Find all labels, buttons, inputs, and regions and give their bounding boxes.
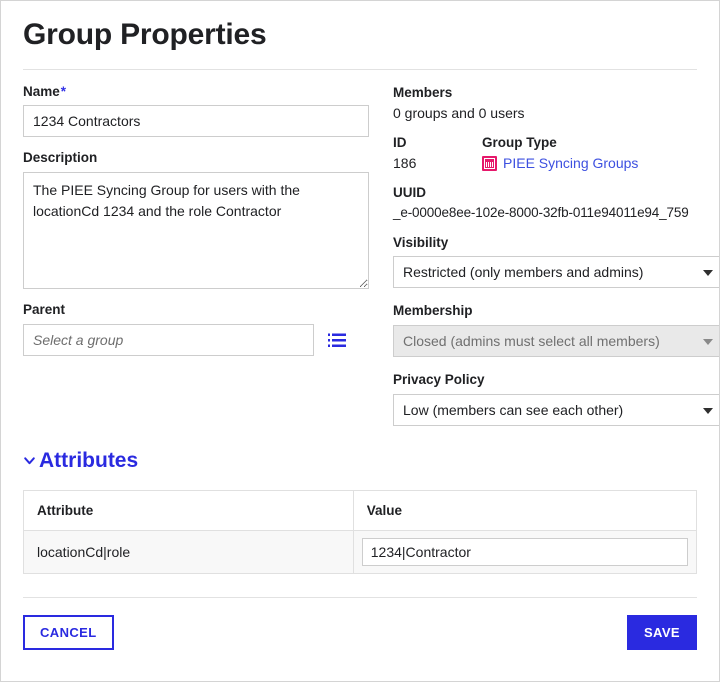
id-block: ID 186 xyxy=(393,134,482,173)
id-grouptype-row: ID 186 Group Type PIEE Syncing Groups xyxy=(393,134,719,173)
visibility-select[interactable]: Restricted (only members and admins) xyxy=(393,256,719,289)
footer-actions: CANCEL SAVE xyxy=(23,598,697,650)
parent-label: Parent xyxy=(23,302,66,318)
group-type-link[interactable]: PIEE Syncing Groups xyxy=(482,154,719,172)
table-header-row: Attribute Value xyxy=(23,489,698,531)
uuid-block: UUID _e-0000e8ee-102e-8000-32fb-011e9401… xyxy=(393,184,719,220)
list-icon xyxy=(328,333,346,347)
parent-field-row xyxy=(23,324,369,357)
group-properties-dialog: Group Properties Name* Description Paren… xyxy=(0,0,720,682)
title-divider xyxy=(23,68,697,70)
privacy-policy-select-wrap: Low (members can see each other) xyxy=(393,393,719,426)
name-label-text: Name xyxy=(23,83,60,99)
group-type-icon xyxy=(482,156,497,172)
membership-select-wrap: Closed (admins must select all members) xyxy=(393,325,719,358)
members-label: Members xyxy=(393,84,453,100)
attribute-value-input[interactable] xyxy=(361,537,688,566)
uuid-label: UUID xyxy=(393,185,426,201)
attributes-title: Attributes xyxy=(39,448,139,472)
right-column: Members 0 groups and 0 users ID 186 Grou… xyxy=(393,84,719,426)
save-button[interactable]: SAVE xyxy=(626,614,697,650)
name-input[interactable] xyxy=(23,105,369,138)
privacy-policy-select[interactable]: Low (members can see each other) xyxy=(393,393,719,426)
parent-input[interactable] xyxy=(23,324,314,357)
attribute-value-cell xyxy=(352,529,698,574)
description-textarea[interactable] xyxy=(23,172,369,290)
column-header-attribute: Attribute xyxy=(23,489,354,531)
members-value: 0 groups and 0 users xyxy=(393,105,525,122)
column-header-value: Value xyxy=(352,489,698,531)
page-title: Group Properties xyxy=(23,18,267,51)
chevron-down-icon xyxy=(24,456,35,464)
group-type-value: PIEE Syncing Groups xyxy=(503,155,639,172)
form-columns: Name* Description Parent xyxy=(23,84,719,426)
membership-label: Membership xyxy=(393,303,473,319)
attributes-section-toggle[interactable]: Attributes xyxy=(23,449,138,472)
visibility-label: Visibility xyxy=(393,234,449,250)
description-label: Description xyxy=(23,150,98,166)
cancel-button[interactable]: CANCEL xyxy=(23,614,114,650)
required-asterisk: * xyxy=(60,83,67,99)
left-column: Name* Description Parent xyxy=(23,84,369,357)
group-type-label: Group Type xyxy=(482,134,557,150)
id-label: ID xyxy=(393,134,407,150)
attribute-name-cell: locationCd|role xyxy=(23,529,354,574)
attributes-table: Attribute Value locationCd|role xyxy=(23,489,698,574)
visibility-select-wrap: Restricted (only members and admins) xyxy=(393,256,719,289)
uuid-value: _e-0000e8ee-102e-8000-32fb-011e94011e94_… xyxy=(393,204,689,220)
privacy-policy-label: Privacy Policy xyxy=(393,372,485,388)
table-row: locationCd|role xyxy=(23,529,698,574)
parent-group-picker-button[interactable] xyxy=(327,330,347,350)
membership-select: Closed (admins must select all members) xyxy=(393,325,719,358)
id-value: 186 xyxy=(393,155,417,172)
group-type-block: Group Type PIEE Syncing Groups xyxy=(482,134,719,173)
name-label: Name* xyxy=(23,84,369,101)
